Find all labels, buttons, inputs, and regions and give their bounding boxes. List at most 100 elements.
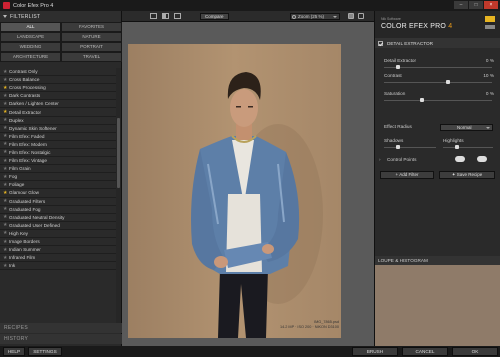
category-tab-architecture[interactable]: ARCHITECTURE (0, 52, 61, 62)
category-tab-favorites[interactable]: FAVORITES (61, 22, 122, 32)
filter-item-label: Graduated Neutral Density (9, 214, 65, 220)
remove-control-point-button[interactable] (477, 156, 487, 162)
loupe-view[interactable] (375, 265, 500, 346)
category-tab-nature[interactable]: NATURE (61, 32, 122, 42)
filter-item[interactable]: ★ Infrared Film (0, 254, 116, 263)
filter-item[interactable]: ★ Dynamic Skin Softener (0, 125, 116, 133)
single-view-icon[interactable] (150, 13, 157, 19)
filter-item[interactable]: ★ Darken / Lighten Center (0, 100, 116, 109)
shadows-slider-knob[interactable] (396, 145, 400, 149)
filter-item[interactable]: ★ Ink (0, 262, 116, 271)
history-section[interactable]: HISTORY (0, 334, 122, 344)
brand-title: COLOR EFEX PRO 4 (381, 23, 452, 30)
category-tab-travel[interactable]: TRAVEL (61, 52, 122, 62)
filter-item[interactable]: ★ Film Efex: Nostalgic (0, 149, 116, 158)
side-by-side-icon[interactable] (174, 13, 181, 19)
scrollbar-thumb[interactable] (117, 118, 120, 188)
filter-item[interactable]: ★ Indian Summer (0, 246, 116, 255)
maximize-button[interactable]: □ (469, 1, 483, 9)
param-slider-knob[interactable] (446, 80, 450, 84)
filter-item[interactable]: ★ Film Efex: Vintage (0, 157, 116, 166)
filter-item[interactable]: ★ Film Grain (0, 165, 116, 174)
filter-item[interactable]: ★ Cross Processing (0, 84, 116, 93)
highlights-slider[interactable] (443, 145, 493, 149)
preview-photo (128, 44, 341, 338)
highlights-slider-knob[interactable] (455, 145, 459, 149)
folder-icon[interactable] (485, 16, 495, 22)
cancel-button[interactable]: CANCEL (402, 347, 448, 356)
window-title: Color Efex Pro 4 (13, 2, 54, 9)
help-button[interactable]: HELP (3, 347, 25, 356)
filter-item[interactable]: ★ Graduated User Defined (0, 222, 116, 230)
filter-list: ★ Contrast Only ★ Cross Balance ★ Cross Proce… (0, 68, 116, 323)
split-view-icon[interactable] (162, 13, 169, 19)
filter-item[interactable]: ★ Graduated Neutral Density (0, 214, 116, 222)
app-window: Color Efex Pro 4 – □ × FILTERLIST ALL FAV… (0, 0, 500, 357)
filter-item-label: Dynamic Skin Softener (9, 125, 57, 131)
param-slider-knob[interactable] (396, 65, 400, 69)
filter-item[interactable]: ★ Detail Extractor (0, 108, 116, 117)
category-tab-all[interactable]: ALL (0, 22, 61, 32)
ok-button[interactable]: OK (452, 347, 498, 356)
category-tab-landscape[interactable]: LANDSCAPE (0, 32, 61, 42)
add-filter-button[interactable]: + Add Filter (380, 171, 434, 179)
filter-item[interactable]: ★ Duplex (0, 117, 116, 125)
filter-item[interactable]: ★ Dark Contrasts (0, 92, 116, 101)
loupe-histogram-header[interactable]: LOUPE & HISTOGRAM (375, 256, 500, 265)
filter-item[interactable]: ★ Cross Balance (0, 76, 116, 85)
effect-radius-select[interactable]: Normal (440, 124, 493, 131)
expand-arrow-icon[interactable]: › (379, 157, 381, 162)
add-control-point-button[interactable] (455, 156, 465, 162)
category-tab-wedding[interactable]: WEDDING (0, 42, 61, 52)
filter-item-label: Graduated Filters (9, 198, 46, 204)
filter-enable-checkbox[interactable] (378, 40, 383, 46)
filter-item[interactable]: ★ Film Efex: Faded (0, 133, 116, 141)
filter-list-scrollbar[interactable] (116, 68, 121, 323)
brush-button[interactable]: BRUSH (352, 347, 398, 356)
filter-section-header[interactable]: DETAIL EXTRACTOR (375, 38, 500, 48)
filter-item[interactable]: ★ Film Efex: Modern (0, 141, 116, 149)
filter-item-label: Graduated User Defined (9, 222, 60, 228)
param-slider[interactable] (384, 80, 492, 84)
zoom-select[interactable]: Zoom (25 %) (290, 13, 340, 20)
filter-item-label: Graduated Fog (9, 206, 41, 212)
shadows-label: Shadows (384, 138, 404, 143)
filter-item[interactable]: ★ Graduated Filters (0, 198, 116, 206)
filter-item[interactable]: ★ Graduated Fog (0, 206, 116, 214)
filter-item[interactable]: ★ High Key (0, 230, 116, 238)
shadows-slider[interactable] (384, 145, 436, 149)
settings-panel: Nik Software COLOR EFEX PRO 4 DETAIL EXT… (374, 11, 500, 346)
filter-item-label: Film Grain (9, 166, 31, 172)
category-tab-portrait[interactable]: PORTRAIT (61, 42, 122, 52)
portrait-illustration (128, 44, 341, 338)
image-canvas[interactable]: IMG_7865.psd 14.2 MP · ISO 200 · NIKON D… (122, 22, 374, 346)
param-slider-knob[interactable] (420, 98, 424, 102)
chevron-down-icon (333, 16, 337, 18)
loupe-toggle-icon[interactable] (358, 13, 364, 19)
param-value: 0 % (485, 91, 494, 96)
minimize-button[interactable]: – (454, 1, 468, 9)
close-button[interactable]: × (484, 1, 498, 9)
filter-item[interactable]: ★ Fog (0, 173, 116, 182)
collapse-arrow-icon (3, 15, 7, 18)
param-slider[interactable] (384, 98, 492, 102)
add-filter-label: Add Filter (399, 172, 419, 177)
compare-button[interactable]: Compare (200, 13, 229, 20)
brand-vendor: Nik Software (381, 17, 401, 21)
background-color-icon[interactable] (348, 13, 354, 19)
filterlist-header[interactable]: FILTERLIST (0, 11, 121, 22)
recipes-section[interactable]: RECIPES (0, 323, 122, 333)
filter-item-label: Indian Summer (9, 247, 41, 253)
filter-item[interactable]: ★ Foliage (0, 181, 116, 190)
filter-item[interactable]: ★ Contrast Only (0, 68, 116, 77)
menu-icon[interactable] (485, 25, 495, 29)
filter-item[interactable]: ★ Image Borders (0, 238, 116, 247)
settings-button[interactable]: SETTINGS (28, 347, 62, 356)
filter-item[interactable]: ★ Glamour Glow (0, 189, 116, 198)
param-row: Saturation 0 % (384, 91, 494, 96)
filter-item-label: Detail Extractor (9, 109, 42, 115)
param-row: Contrast 10 % (384, 73, 494, 78)
param-slider[interactable] (384, 65, 492, 69)
save-recipe-button[interactable]: ✦ Save Recipe (439, 171, 495, 179)
control-points-label: Control Points (387, 157, 417, 162)
